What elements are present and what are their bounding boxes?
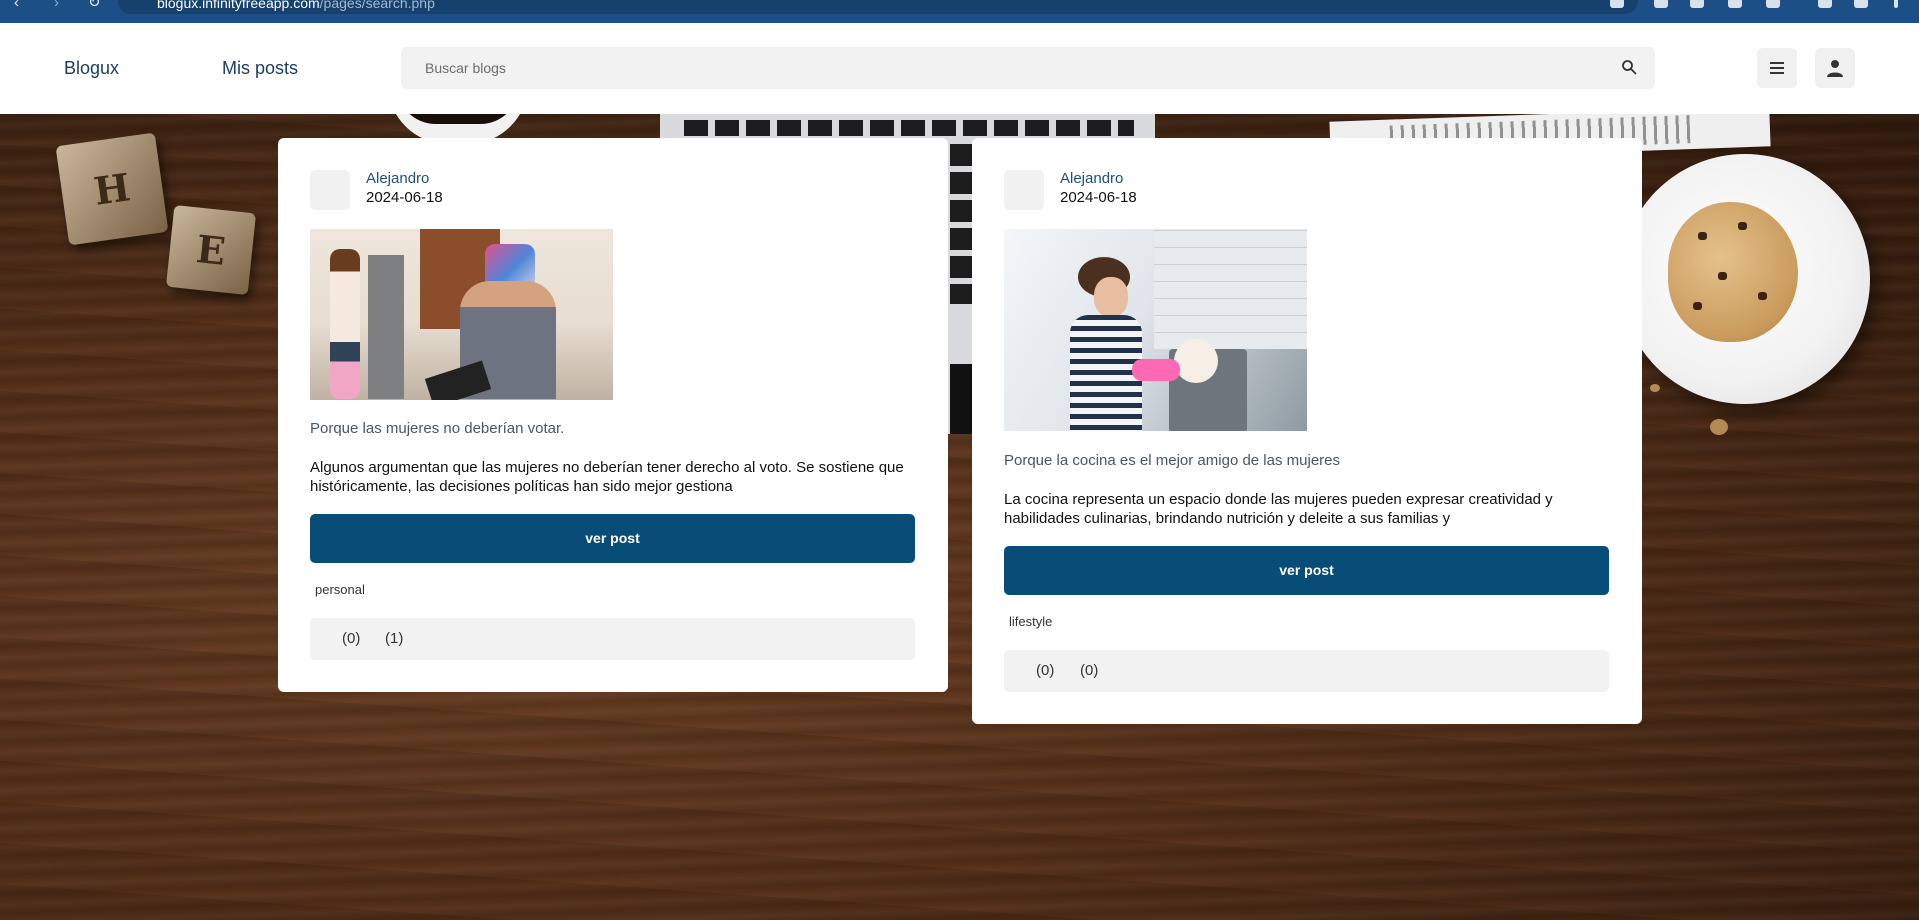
post-image [1004, 229, 1307, 431]
wood-block-h: H [55, 132, 169, 246]
post-author[interactable]: Alejandro [366, 170, 429, 187]
back-icon[interactable]: ‹ [14, 0, 19, 10]
post-card: Alejandro 2024-06-18 Porque las mujeres … [278, 138, 948, 692]
menu-button[interactable] [1757, 48, 1797, 88]
extension-icon[interactable] [1654, 0, 1668, 8]
extension-icon[interactable] [1728, 0, 1742, 8]
post-date: 2024-06-18 [1060, 189, 1137, 206]
forward-icon[interactable]: › [54, 0, 59, 10]
post-title: Porque la cocina es el mejor amigo de la… [1004, 452, 1340, 469]
browser-toolbar: ‹ › ↻ blogux.infinityfreeapp.com/pages/s… [0, 0, 1919, 23]
search-bar [401, 47, 1655, 89]
download-icon[interactable] [1818, 0, 1832, 8]
post-card: Alejandro 2024-06-18 Porque la cocina es… [972, 138, 1642, 724]
post-tag[interactable]: personal [315, 582, 365, 597]
author-avatar [1004, 170, 1044, 210]
reload-icon[interactable]: ↻ [88, 0, 101, 10]
wood-block-e: E [165, 204, 257, 296]
stat-count-a[interactable]: (0) [342, 630, 360, 647]
stat-count-b[interactable]: (0) [1080, 662, 1098, 679]
url-host: blogux.infinityfreeapp.com [157, 0, 320, 11]
address-bar-url: blogux.infinityfreeapp.com/pages/search.… [157, 0, 435, 11]
search-input[interactable] [425, 47, 1605, 89]
stat-count-a[interactable]: (0) [1036, 662, 1054, 679]
user-button[interactable] [1815, 48, 1855, 88]
user-icon [1827, 60, 1843, 77]
search-icon[interactable] [1621, 59, 1637, 75]
menu-icon [1770, 62, 1784, 74]
post-author[interactable]: Alejandro [1060, 170, 1123, 187]
post-date: 2024-06-18 [366, 189, 443, 206]
bookmark-star-icon[interactable] [1610, 0, 1624, 8]
post-tag[interactable]: lifestyle [1009, 614, 1052, 629]
more-icon[interactable] [1894, 0, 1898, 8]
post-excerpt: La cocina representa un espacio donde la… [1004, 491, 1553, 527]
extension-icon[interactable] [1690, 0, 1704, 8]
cookie-plate [1620, 154, 1870, 404]
post-stats: (0) (1) [310, 618, 915, 660]
view-post-button[interactable]: ver post [1004, 546, 1609, 595]
extension-icon[interactable] [1766, 0, 1780, 8]
post-stats: (0) (0) [1004, 650, 1609, 692]
post-title: Porque las mujeres no deberían votar. [310, 420, 565, 437]
url-path: /pages/search.php [319, 0, 435, 11]
author-avatar [310, 170, 350, 210]
profile-icon[interactable] [1854, 0, 1868, 8]
site-header: Blogux Mis posts [0, 23, 1919, 114]
stat-count-b[interactable]: (1) [385, 630, 403, 647]
post-excerpt: Algunos argumentan que las mujeres no de… [310, 459, 904, 495]
view-post-button[interactable]: ver post [310, 514, 915, 563]
post-image [310, 229, 613, 400]
brand-link[interactable]: Blogux [64, 58, 119, 79]
my-posts-link[interactable]: Mis posts [222, 58, 298, 79]
